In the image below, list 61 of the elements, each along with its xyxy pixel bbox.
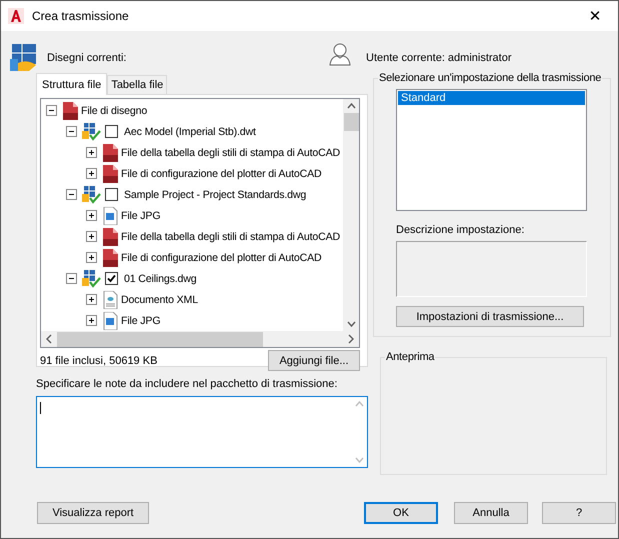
drawing-set-icon — [9, 43, 39, 73]
file-summary: 91 file inclusi, 50619 KB — [40, 354, 158, 366]
notes-label: Specificare le note da includere nel pacchetto di trasmissione: — [36, 378, 338, 392]
add-file-button[interactable]: Aggiungi file... — [268, 350, 360, 371]
expand-toggle[interactable] — [86, 315, 97, 326]
tab[interactable]: Tabella file — [107, 75, 168, 94]
group-title: Anteprima — [385, 351, 436, 363]
window-title: Crea trasmissione — [32, 9, 130, 23]
dialog-button[interactable]: ? — [542, 502, 616, 524]
drawing-check-icon — [81, 270, 101, 288]
dialog-button[interactable]: OK — [364, 502, 438, 524]
xml-file-icon — [101, 290, 119, 308]
tree-item[interactable]: Aec Model (Imperial Stb).dwt — [123, 126, 257, 138]
collapse-toggle[interactable] — [66, 126, 77, 137]
collapse-toggle[interactable] — [46, 105, 57, 116]
user-icon — [329, 42, 351, 66]
horizontal-scrollbar[interactable] — [41, 331, 359, 347]
app-logo-icon — [8, 8, 24, 24]
document-icon — [61, 102, 79, 120]
tree-item[interactable]: File di configurazione del plotter di AutoCAD — [120, 252, 323, 264]
expand-toggle[interactable] — [86, 231, 97, 242]
current-user-label: Utente corrente: administrator — [366, 52, 512, 64]
document-icon — [101, 228, 119, 246]
tree-item[interactable]: File di disegno — [80, 104, 148, 116]
vertical-scrollbar[interactable] — [343, 99, 359, 331]
drawing-check-icon — [81, 186, 101, 204]
tree-item[interactable]: Sample Project - Project Standards.dwg — [123, 188, 308, 200]
tab[interactable]: Struttura file — [36, 73, 108, 95]
description-label: Descrizione impostazione: — [396, 224, 526, 236]
collapse-toggle[interactable] — [66, 273, 77, 284]
group-title: Selezionare un'impostazione della trasmissione — [378, 72, 602, 84]
checkbox[interactable] — [105, 188, 118, 201]
dialog-button[interactable]: Annulla — [454, 502, 528, 524]
image-file-icon — [101, 206, 119, 224]
expand-toggle[interactable] — [86, 168, 97, 179]
document-icon — [101, 144, 119, 162]
tree-item[interactable]: File della tabella degli stili di stampa di AutoCAD — [120, 146, 342, 158]
expand-toggle[interactable] — [86, 147, 97, 158]
tree-item[interactable]: 01 Ceilings.dwg — [123, 272, 198, 284]
checkbox[interactable] — [105, 125, 118, 138]
collapse-toggle[interactable] — [66, 189, 77, 200]
scrollbar-thumb[interactable] — [57, 332, 263, 346]
dialog-button[interactable]: Visualizza report — [37, 502, 149, 524]
checkbox[interactable] — [105, 272, 118, 285]
current-drawings-label: Disegni correnti: — [47, 52, 128, 64]
expand-toggle[interactable] — [86, 210, 97, 221]
tree-item[interactable]: File JPG — [120, 210, 162, 222]
list-item[interactable]: Standard — [398, 91, 585, 105]
image-file-icon — [101, 312, 119, 330]
settings-button[interactable]: Impostazioni di trasmissione... — [396, 306, 584, 327]
expand-toggle[interactable] — [86, 294, 97, 305]
tree-item[interactable]: File di configurazione del plotter di AutoCAD — [120, 168, 323, 180]
document-icon — [101, 164, 119, 182]
close-button[interactable]: ✕ — [572, 1, 618, 31]
tree-item[interactable]: File della tabella degli stili di stampa di AutoCAD — [120, 230, 342, 242]
tree-item[interactable]: File JPG — [120, 314, 162, 326]
drawing-check-icon — [81, 122, 101, 140]
document-icon — [101, 248, 119, 266]
tree-item[interactable]: Documento XML — [120, 294, 199, 306]
expand-toggle[interactable] — [86, 252, 97, 263]
scrollbar-thumb[interactable] — [344, 113, 358, 131]
